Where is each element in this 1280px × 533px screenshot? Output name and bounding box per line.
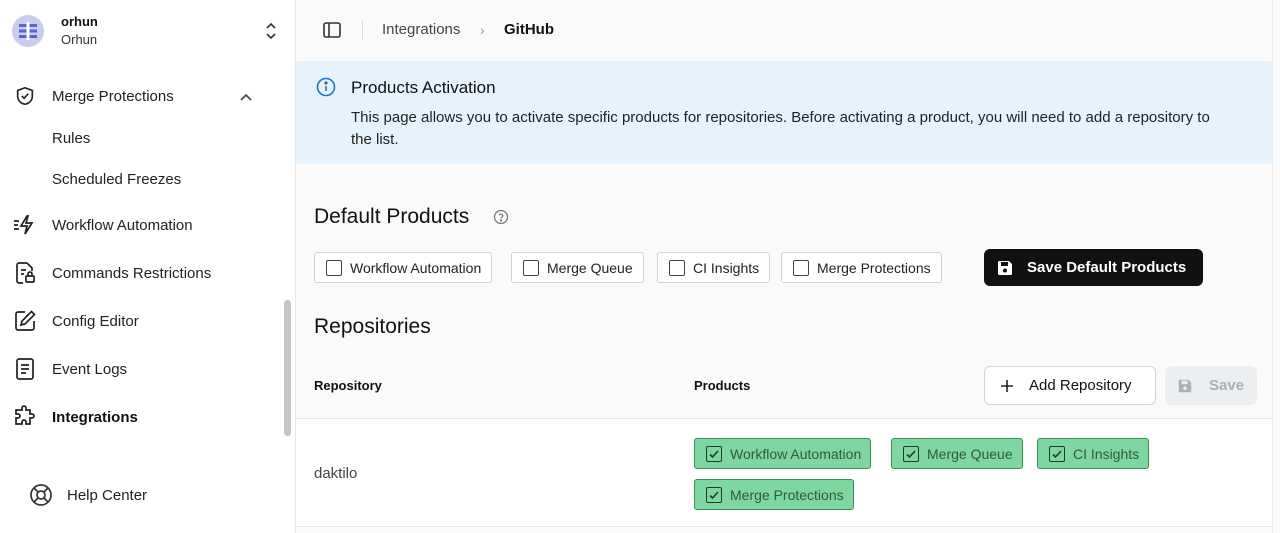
help-circle-icon[interactable] — [493, 209, 509, 225]
main-scrollbar[interactable] — [1272, 0, 1280, 533]
checkbox-checked[interactable] — [706, 486, 722, 503]
chip-label: CI Insights — [693, 259, 760, 276]
sidebar-item-label: Config Editor — [52, 312, 139, 330]
sidebar-item-label: Commands Restrictions — [52, 264, 212, 282]
add-repository-button[interactable]: Add Repository — [984, 366, 1156, 405]
sidebar-item-label: Event Logs — [52, 360, 128, 378]
checkbox[interactable] — [523, 259, 539, 276]
product-chip-ci-insights[interactable]: CI Insights — [1037, 438, 1150, 469]
help-center-link[interactable]: Help Center — [28, 480, 147, 510]
add-repository-label: Add Repository — [1029, 377, 1132, 394]
sidebar-item-integrations[interactable]: Integrations — [12, 400, 274, 434]
checkbox[interactable] — [793, 259, 809, 276]
info-icon — [316, 77, 336, 97]
product-chip-workflow-automation[interactable]: Workflow Automation — [694, 438, 872, 469]
sidebar-item-config-editor[interactable]: Config Editor — [12, 304, 274, 338]
org-name: orhun — [61, 14, 98, 29]
product-chip-merge-protections[interactable]: Merge Protections — [694, 479, 854, 510]
checkbox-checked[interactable] — [706, 445, 722, 462]
sidebar-item-scheduled-freezes[interactable]: Scheduled Freezes — [52, 166, 181, 192]
help-center-label: Help Center — [67, 486, 148, 504]
file-text-icon — [12, 356, 38, 382]
sidebar-item-rules[interactable]: Rules — [52, 125, 90, 151]
chevron-up-down-icon[interactable] — [262, 20, 280, 42]
divider — [362, 20, 363, 40]
save-default-label: Save Default Products — [1027, 259, 1187, 276]
lifebuoy-icon — [28, 482, 54, 508]
column-header-products: Products — [694, 378, 751, 393]
sidebar-scrollbar[interactable] — [284, 300, 291, 436]
default-product-merge-queue[interactable]: Merge Queue — [511, 252, 644, 283]
sidebar: orhun Orhun Merge Protections Rules Sche… — [0, 0, 296, 533]
repository-name: daktilo — [314, 465, 358, 482]
save-icon — [996, 259, 1014, 277]
chevron-up-icon[interactable] — [236, 88, 256, 108]
chip-label: Workflow Automation — [350, 259, 482, 276]
repositories-title: Repositories — [314, 315, 431, 338]
breadcrumb-integrations[interactable]: Integrations — [382, 21, 460, 38]
table-row — [296, 419, 1276, 527]
file-lock-icon — [12, 260, 38, 286]
puzzle-icon — [12, 404, 38, 430]
save-default-products-button[interactable]: Save Default Products — [984, 249, 1203, 286]
checkbox-checked[interactable] — [1049, 445, 1065, 462]
chip-label: CI Insights — [1073, 445, 1140, 462]
chip-label: Merge Queue — [927, 445, 1013, 462]
sidebar-toggle-icon[interactable] — [322, 20, 342, 40]
sidebar-item-label: Merge Protections — [52, 87, 174, 105]
sidebar-item-event-logs[interactable]: Event Logs — [12, 352, 274, 386]
org-switcher[interactable]: orhun Orhun — [0, 0, 296, 62]
sidebar-item-commands-restrictions[interactable]: Commands Restrictions — [12, 256, 274, 290]
sidebar-item-label: Workflow Automation — [52, 216, 193, 234]
top-bar: Integrations › GitHub — [296, 0, 1280, 60]
sidebar-item-label: Integrations — [52, 408, 138, 426]
default-product-merge-protections[interactable]: Merge Protections — [781, 252, 942, 283]
zap-lines-icon — [12, 212, 38, 238]
chevron-right-icon: › — [480, 22, 485, 38]
org-logo-icon — [12, 15, 44, 47]
edit-icon — [12, 308, 38, 334]
checkbox-checked[interactable] — [903, 445, 919, 462]
info-title: Products Activation — [351, 78, 496, 97]
org-sub: Orhun — [61, 32, 98, 47]
info-banner: Products Activation This page allows you… — [296, 61, 1276, 164]
chip-label: Merge Queue — [547, 259, 633, 276]
save-icon — [1177, 378, 1193, 394]
chip-label: Merge Protections — [730, 486, 844, 503]
sidebar-item-merge-protections[interactable]: Merge Protections — [12, 79, 274, 113]
breadcrumb-current: GitHub — [504, 21, 554, 38]
default-product-ci-insights[interactable]: CI Insights — [657, 252, 771, 283]
save-button[interactable]: Save — [1165, 366, 1257, 405]
checkbox[interactable] — [326, 259, 342, 276]
checkbox[interactable] — [669, 259, 685, 276]
default-product-workflow-automation[interactable]: Workflow Automation — [314, 252, 493, 283]
default-products-title: Default Products — [314, 205, 470, 228]
product-chip-merge-queue[interactable]: Merge Queue — [891, 438, 1023, 469]
chip-label: Merge Protections — [817, 259, 931, 276]
column-header-repository: Repository — [314, 378, 382, 393]
sidebar-item-workflow-automation[interactable]: Workflow Automation — [12, 208, 274, 242]
plus-icon — [999, 378, 1015, 394]
info-text: This page allows you to activate specifi… — [351, 109, 1210, 148]
main-content: Integrations › GitHub Products Activatio… — [296, 0, 1280, 533]
chip-label: Workflow Automation — [730, 445, 862, 462]
save-label: Save — [1209, 377, 1245, 394]
shield-check-icon — [12, 83, 38, 109]
